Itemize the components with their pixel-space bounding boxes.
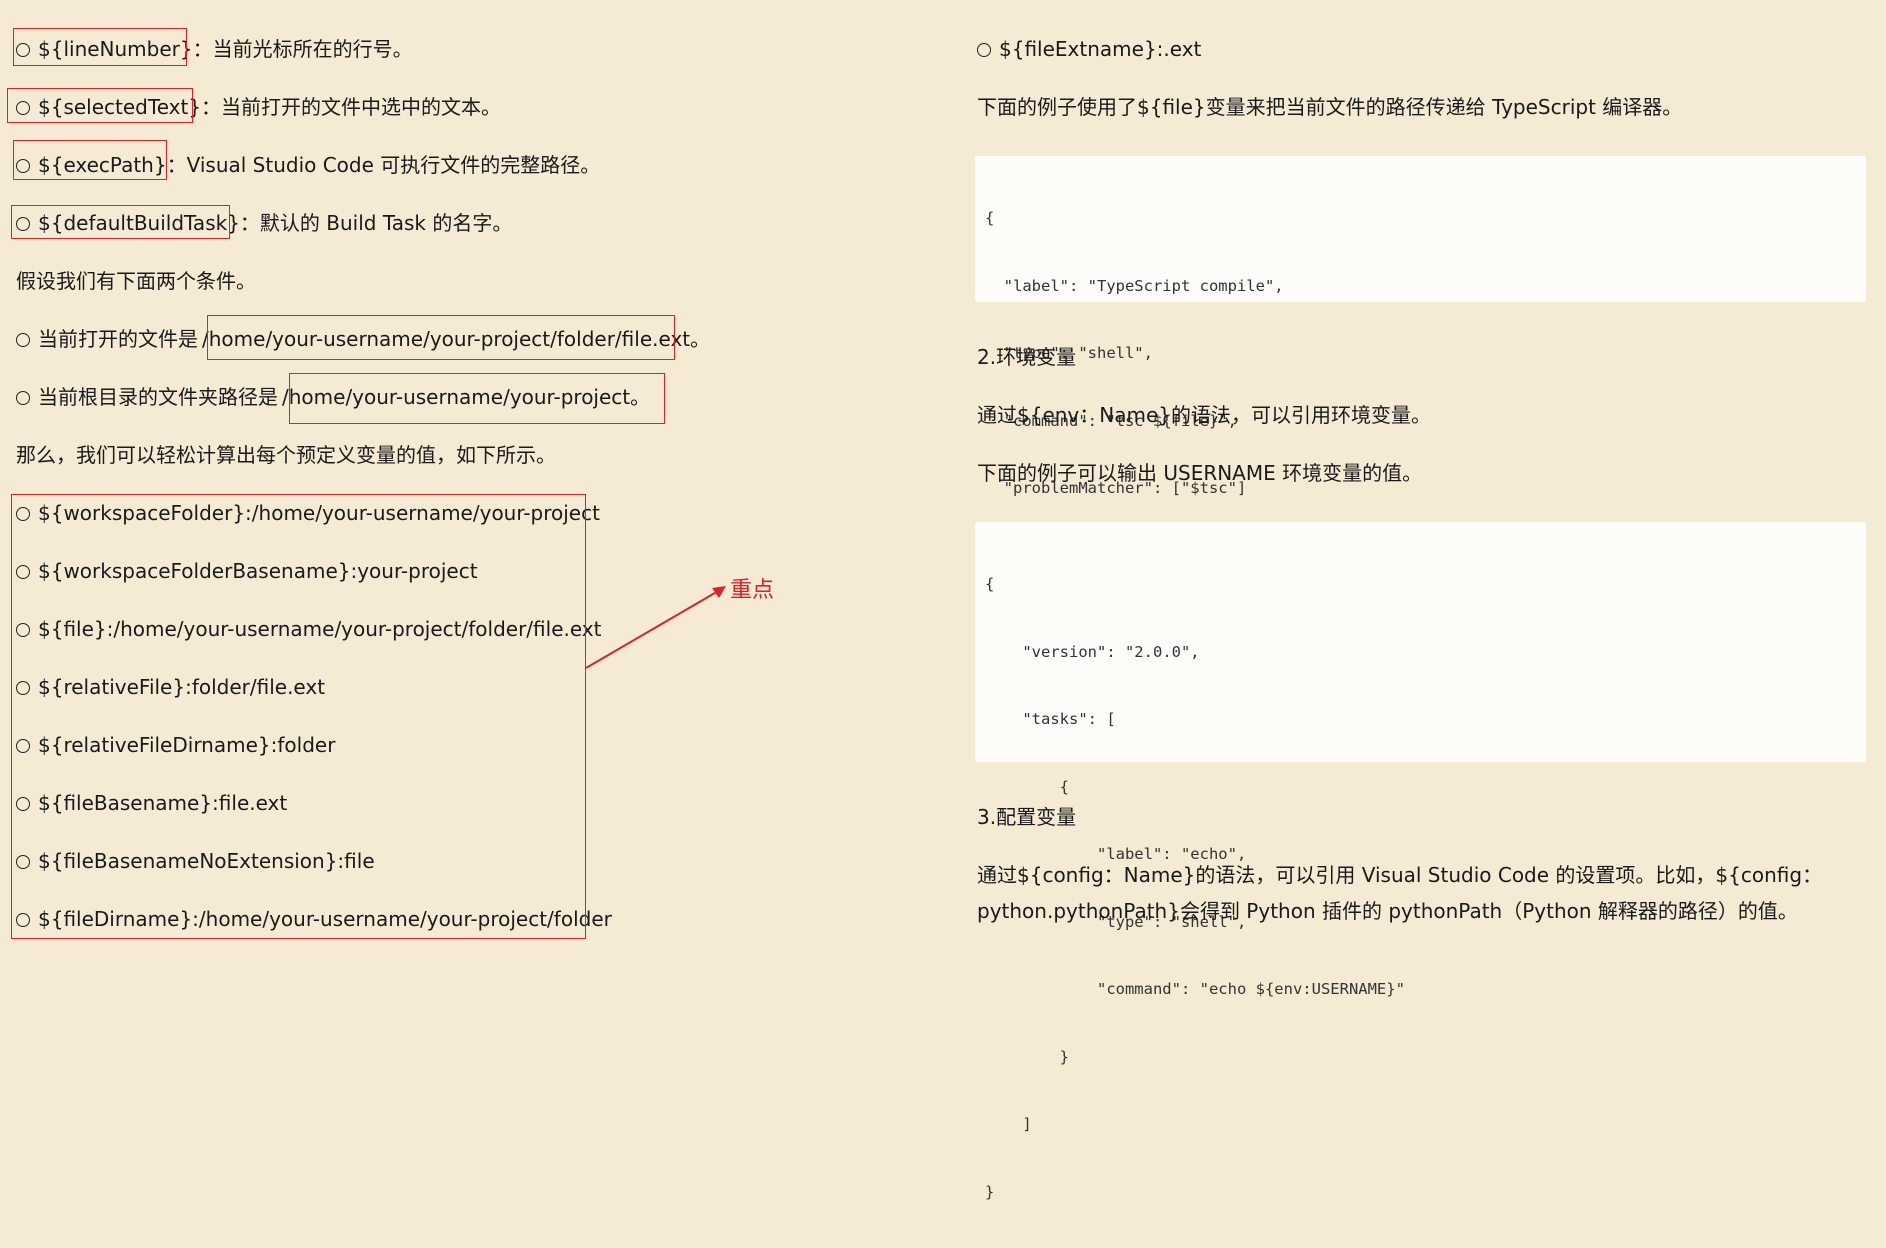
code-block-env: { "version": "2.0.0", "tasks": [ { "labe… [975, 522, 1866, 1201]
left-column: ${lineNumber}：当前光标所在的行号。 ${selectedText}… [0, 0, 960, 970]
highlight-box [13, 140, 167, 180]
var-desc: 默认的 Build Task 的名字。 [259, 211, 513, 235]
highlight-box [207, 315, 675, 360]
config-paragraph: 通过${config：Name}的语法，可以引用 Visual Studio C… [977, 863, 1823, 923]
var-desc: 当前光标所在的行号。 [212, 37, 413, 61]
highlight-box [7, 88, 193, 123]
key-point-note: 重点 [730, 578, 775, 603]
highlight-box [289, 373, 665, 424]
code-block-typescript: { "label": "TypeScript compile", "type":… [975, 156, 1866, 565]
section-heading-config: 3.配置变量 [977, 805, 1077, 829]
right-column: ${fileExtname}:.ext 下面的例子使用了${file}变量来把当… [975, 0, 1875, 1201]
env-syntax-text: 通过${env：Name}的语法，可以引用环境变量。 [977, 403, 1431, 427]
highlight-box [11, 205, 230, 239]
values-highlight-box [11, 494, 586, 939]
arrow-icon [585, 586, 726, 669]
highlight-box [13, 28, 187, 66]
circle-bullet-icon [977, 43, 991, 57]
var-item-fileExtname: ${fileExtname}:.ext [977, 35, 1201, 63]
circle-bullet-icon [16, 333, 30, 347]
conclusion-text: 那么，我们可以轻松计算出每个预定义变量的值，如下所示。 [16, 443, 556, 467]
assumption-text: 假设我们有下面两个条件。 [16, 269, 256, 293]
var-desc: 当前打开的文件中选中的文本。 [221, 95, 502, 119]
section-heading-env: 2.环境变量 [977, 345, 1077, 369]
example2-description: 下面的例子可以输出 USERNAME 环境变量的值。 [977, 461, 1423, 485]
circle-bullet-icon [16, 391, 30, 405]
example1-description: 下面的例子使用了${file}变量来把当前文件的路径传递给 TypeScript… [977, 95, 1683, 119]
var-desc: Visual Studio Code 可执行文件的完整路径。 [186, 153, 601, 177]
